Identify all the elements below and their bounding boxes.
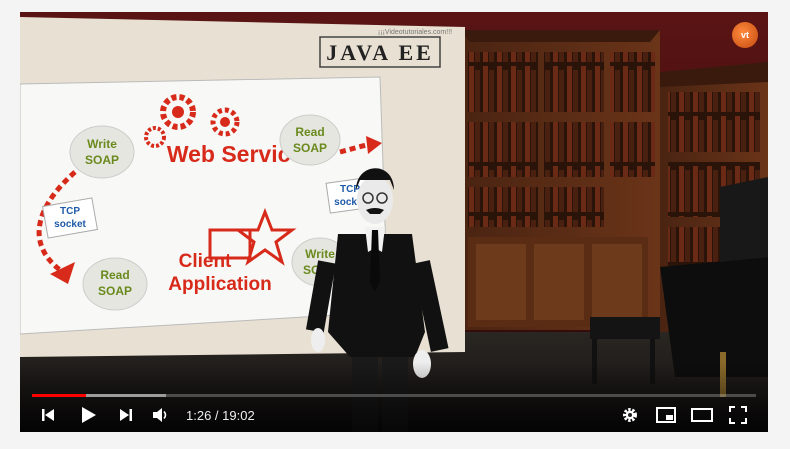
time-separator: / xyxy=(211,408,223,423)
player-controls: 1:26 / 19:02 xyxy=(20,400,768,430)
svg-text:Read: Read xyxy=(100,268,129,282)
watermark-text: vt xyxy=(740,30,749,40)
time-display: 1:26 / 19:02 xyxy=(186,408,255,423)
svg-text:SOAP: SOAP xyxy=(85,153,119,167)
progress-bar[interactable] xyxy=(32,394,756,397)
previous-icon xyxy=(42,409,54,421)
svg-text:Read: Read xyxy=(295,125,324,139)
soap-badge-read-top: Read SOAP xyxy=(279,114,341,166)
svg-text:SOAP: SOAP xyxy=(293,141,327,155)
video-player[interactable]: ¡¡¡Videotutoriales.com!!! JAVA EE Web Se… xyxy=(20,12,768,432)
play-button[interactable] xyxy=(74,402,102,428)
soap-badge-write-top: Write SOAP xyxy=(69,125,135,179)
svg-text:Write: Write xyxy=(305,247,335,261)
volume-icon xyxy=(153,408,167,422)
slide-client-line2: Application xyxy=(168,274,271,295)
channel-watermark[interactable]: vt xyxy=(732,22,758,48)
svg-text:SOAP: SOAP xyxy=(98,284,132,298)
gear-icon xyxy=(623,408,637,422)
duration: 19:02 xyxy=(222,408,255,423)
slide-site-url: ¡¡¡Videotutoriales.com!!! xyxy=(378,29,452,36)
progress-played xyxy=(32,394,87,397)
miniplayer-icon xyxy=(656,407,676,423)
settings-button[interactable] xyxy=(616,402,644,428)
theater-mode-button[interactable] xyxy=(688,402,716,428)
current-time: 1:26 xyxy=(186,408,212,423)
fullscreen-icon xyxy=(729,406,747,424)
fullscreen-button[interactable] xyxy=(724,402,752,428)
slide-client-line1: Client xyxy=(179,251,232,272)
next-icon xyxy=(120,409,132,421)
soap-badge-read-bottom: Read SOAP xyxy=(82,257,148,311)
volume-button[interactable] xyxy=(146,402,174,428)
svg-text:Write: Write xyxy=(87,137,117,151)
previous-button[interactable] xyxy=(34,402,62,428)
next-button[interactable] xyxy=(112,402,140,428)
slide-heading: JAVA EE xyxy=(326,40,434,65)
svg-text:TCP: TCP xyxy=(60,206,80,217)
play-icon xyxy=(82,407,96,423)
miniplayer-button[interactable] xyxy=(652,402,680,428)
theater-mode-icon xyxy=(691,408,713,422)
svg-text:socket: socket xyxy=(54,219,86,230)
